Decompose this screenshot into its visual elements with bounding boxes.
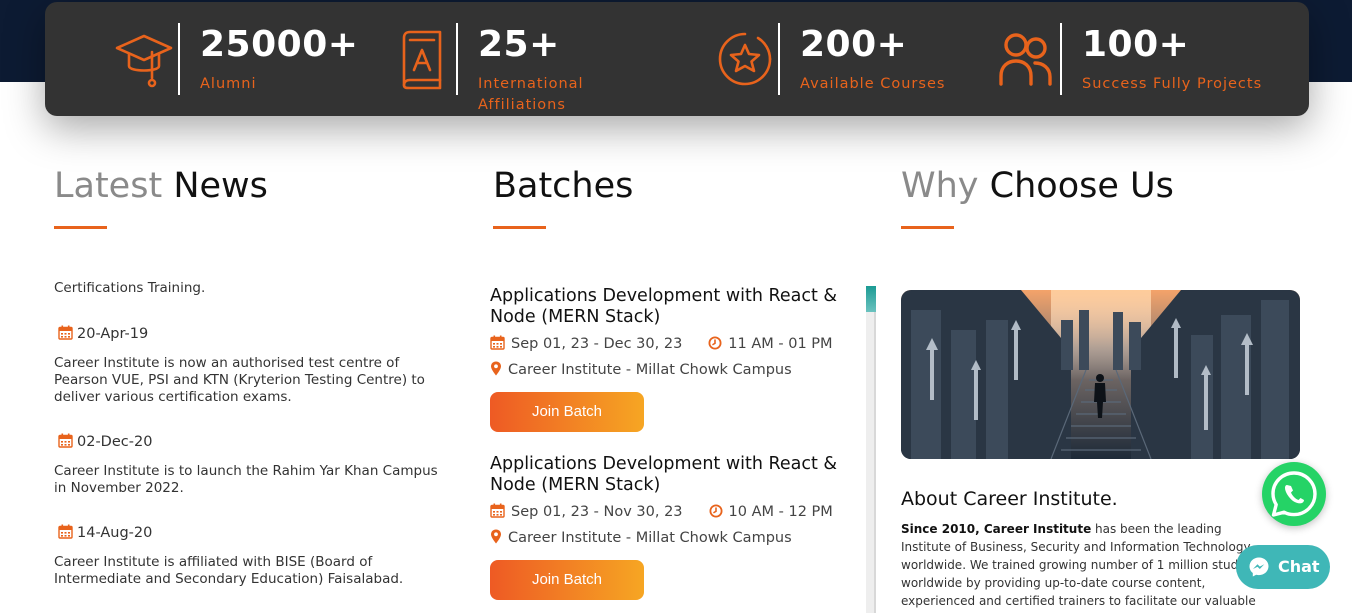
stat-label: Success Fully Projects [1082,76,1263,92]
batches-title: Batches [493,166,634,206]
title-underline [54,226,107,229]
news-item-text: Career Institute is affiliated with BISE… [54,554,404,587]
location-pin-icon [491,361,501,376]
stat-divider [456,23,458,95]
star-badge-icon [718,32,772,86]
calendar-icon [490,335,505,350]
news-date: 14-Aug-20 [58,524,152,541]
stat-number: 25+ [478,24,560,65]
join-batch-button[interactable]: Join Batch [490,560,644,600]
batches-scrollbar-thumb[interactable] [866,286,876,312]
calendar-icon [490,503,505,518]
chat-label: Chat [1278,557,1320,576]
whatsapp-icon [1271,471,1317,517]
stat-label: International Affiliations [478,76,584,113]
batch-title: Applications Development with React & No… [490,286,838,327]
clock-icon [708,336,722,350]
news-intro: Certifications Training. [54,280,206,296]
batch-location: Career Institute - Millat Chowk Campus [490,361,792,378]
batch-location: Career Institute - Millat Chowk Campus [490,529,792,546]
title-underline [493,226,546,229]
users-icon [999,33,1052,86]
batches-scrollbar-line [874,286,876,613]
news-date: 20-Apr-19 [58,325,148,342]
news-item-text: Career Institute is now an authorised te… [54,355,425,405]
news-item-text: Career Institute is to launch the Rahim … [54,463,438,496]
stat-label: Available Courses [800,76,946,92]
stat-divider [178,23,180,95]
book-icon [402,30,442,90]
whatsapp-button[interactable] [1262,462,1326,526]
batch-schedule: Sep 01, 23 - Dec 30, 23 11 AM - 01 PM [490,335,833,352]
location-pin-icon [491,529,501,544]
join-batch-button[interactable]: Join Batch [490,392,644,432]
clock-icon [709,504,723,518]
batch-title: Applications Development with React & No… [490,454,838,495]
batch-schedule: Sep 01, 23 - Nov 30, 23 10 AM - 12 PM [490,503,833,520]
career-growth-image [901,290,1300,459]
calendar-icon [58,433,73,448]
stat-divider [778,23,780,95]
news-date: 02-Dec-20 [58,433,152,450]
stat-number: 100+ [1082,24,1190,65]
stats-bar: 25000+ Alumni 25+ International Affiliat… [45,2,1309,116]
title-underline [901,226,954,229]
stat-number: 200+ [800,24,908,65]
stat-divider [1060,23,1062,95]
latest-news-title: Latest News [54,166,268,206]
why-choose-us-title: Why Choose Us [901,166,1174,206]
stat-number: 25000+ [200,24,359,65]
about-title: About Career Institute. [901,488,1118,510]
stat-label: Alumni [200,76,257,92]
chat-button[interactable]: Chat [1236,545,1330,589]
calendar-icon [58,524,73,539]
graduation-cap-icon [115,34,173,88]
messenger-icon [1249,557,1269,577]
about-text: Since 2010, Career Institute has been th… [901,522,1264,613]
calendar-icon [58,325,73,340]
